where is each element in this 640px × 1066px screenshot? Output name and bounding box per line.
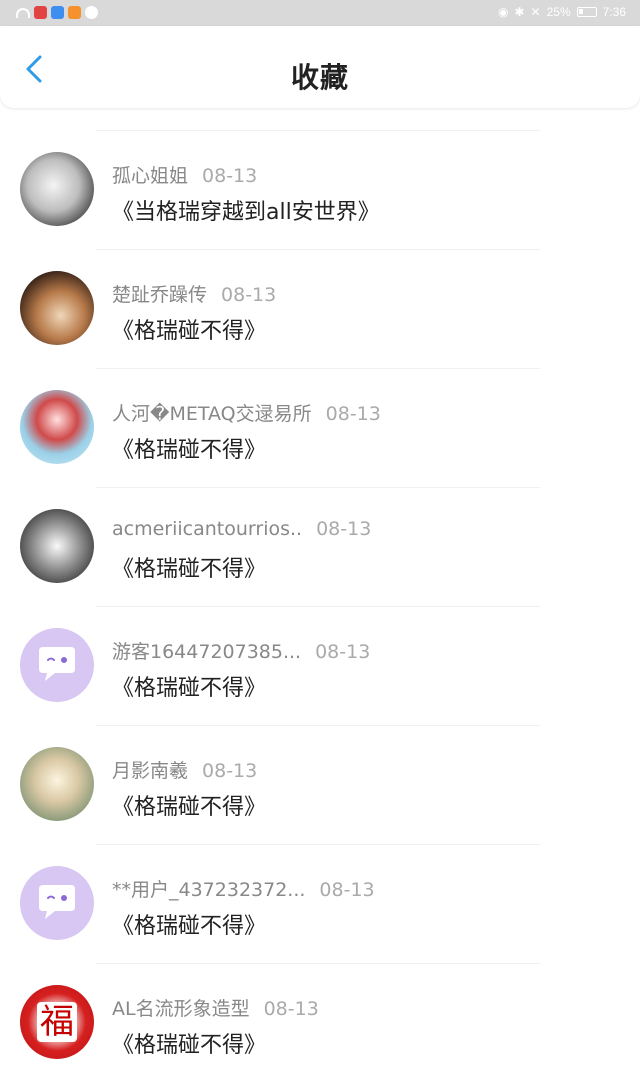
item-meta: acmeriicantourrios.. 08-13 bbox=[112, 518, 371, 540]
book-title[interactable]: 《格瑞碰不得》 bbox=[112, 670, 266, 702]
book-title[interactable]: 《格瑞碰不得》 bbox=[112, 789, 266, 821]
item-meta: 孤心姐姐 08-13 bbox=[112, 161, 257, 188]
wifi-icon bbox=[16, 7, 30, 18]
battery-icon bbox=[576, 7, 597, 17]
default-chat-avatar[interactable] bbox=[20, 866, 94, 940]
default-chat-avatar[interactable] bbox=[20, 628, 94, 702]
user-name[interactable]: 楚趾乔躁传 bbox=[112, 284, 207, 306]
header: 收藏 bbox=[0, 26, 640, 108]
bw-portrait-avatar[interactable] bbox=[20, 509, 94, 583]
row-divider bbox=[96, 487, 540, 488]
row-divider bbox=[96, 844, 540, 845]
video-app-icon bbox=[68, 6, 81, 19]
anime-girl-avatar[interactable] bbox=[20, 152, 94, 226]
row-divider bbox=[96, 725, 540, 726]
mute-icon: ✕ bbox=[530, 5, 541, 19]
item-date: 08-13 bbox=[315, 641, 371, 663]
fu-character: 福 bbox=[37, 1002, 77, 1042]
user-name[interactable]: AL名流形象造型 bbox=[112, 998, 250, 1020]
user-name[interactable]: 游客16447207385... bbox=[112, 641, 301, 663]
chat-bubble-icon bbox=[39, 647, 75, 681]
book-title[interactable]: 《格瑞碰不得》 bbox=[112, 551, 266, 583]
book-title[interactable]: 《格瑞碰不得》 bbox=[112, 313, 266, 345]
item-meta: 月影南羲 08-13 bbox=[112, 756, 257, 783]
status-bar-left bbox=[16, 6, 98, 19]
book-title[interactable]: 《格瑞碰不得》 bbox=[112, 1027, 266, 1059]
row-divider bbox=[96, 130, 540, 131]
painted-figure-avatar[interactable] bbox=[20, 747, 94, 821]
item-date: 08-13 bbox=[316, 518, 372, 540]
row-divider bbox=[96, 606, 540, 607]
chat-app-icon bbox=[85, 6, 98, 19]
row-divider bbox=[96, 963, 540, 964]
row-divider bbox=[96, 249, 540, 250]
fu-character-avatar[interactable]: 福 bbox=[20, 985, 94, 1059]
user-name[interactable]: 人河�METAQ交逯易所 bbox=[112, 403, 312, 425]
list-item[interactable]: 月影南羲 08-13 《格瑞碰不得》 bbox=[0, 725, 640, 844]
list-item[interactable]: 孤心姐姐 08-13 《当格瑞穿越到all安世界》 bbox=[0, 130, 640, 249]
book-title[interactable]: 《格瑞碰不得》 bbox=[112, 432, 266, 464]
user-name[interactable]: **用户_437232372... bbox=[112, 879, 305, 901]
status-bar-right: ◉ ✱ ✕ 25% 7:36 bbox=[498, 5, 626, 19]
item-meta: 游客16447207385... 08-13 bbox=[112, 637, 370, 664]
item-date: 08-13 bbox=[319, 879, 375, 901]
clock: 7:36 bbox=[602, 5, 626, 19]
item-meta: 人河�METAQ交逯易所 08-13 bbox=[112, 399, 381, 426]
bluetooth-icon: ✱ bbox=[514, 5, 525, 19]
list-item[interactable]: 游客16447207385... 08-13 《格瑞碰不得》 bbox=[0, 606, 640, 725]
item-meta: **用户_437232372... 08-13 bbox=[112, 875, 375, 902]
chat-bubble-icon bbox=[39, 885, 75, 919]
item-meta: 楚趾乔躁传 08-13 bbox=[112, 280, 276, 307]
user-name[interactable]: 月影南羲 bbox=[112, 760, 188, 782]
favorites-list: 孤心姐姐 08-13 《当格瑞穿越到all安世界》楚趾乔躁传 08-13 《格瑞碰不得》… bbox=[0, 130, 640, 1066]
user-name[interactable]: 孤心姐姐 bbox=[112, 165, 188, 187]
item-date: 08-13 bbox=[221, 284, 277, 306]
woman-portrait-avatar[interactable] bbox=[20, 271, 94, 345]
item-date: 08-13 bbox=[202, 760, 258, 782]
item-date: 08-13 bbox=[202, 165, 258, 187]
list-item[interactable]: acmeriicantourrios.. 08-13 《格瑞碰不得》 bbox=[0, 487, 640, 606]
app-notification-icon bbox=[34, 6, 47, 19]
battery-percent: 25% bbox=[546, 5, 571, 19]
status-bar: ◉ ✱ ✕ 25% 7:36 bbox=[0, 0, 640, 26]
book-title[interactable]: 《格瑞碰不得》 bbox=[112, 908, 266, 940]
item-date: 08-13 bbox=[263, 998, 319, 1020]
search-app-icon bbox=[51, 6, 64, 19]
item-meta: AL名流形象造型 08-13 bbox=[112, 994, 319, 1021]
row-divider bbox=[96, 368, 540, 369]
user-name[interactable]: acmeriicantourrios.. bbox=[112, 518, 302, 540]
list-item[interactable]: **用户_437232372... 08-13 《格瑞碰不得》 bbox=[0, 844, 640, 963]
list-item[interactable]: 福 AL名流形象造型 08-13 《格瑞碰不得》 bbox=[0, 963, 640, 1066]
book-title[interactable]: 《当格瑞穿越到all安世界》 bbox=[112, 194, 380, 226]
cartoon-girl-avatar[interactable] bbox=[20, 390, 94, 464]
eye-icon: ◉ bbox=[498, 5, 509, 19]
page-title: 收藏 bbox=[290, 61, 349, 94]
list-item[interactable]: 楚趾乔躁传 08-13 《格瑞碰不得》 bbox=[0, 249, 640, 368]
list-item[interactable]: 人河�METAQ交逯易所 08-13 《格瑞碰不得》 bbox=[0, 368, 640, 487]
item-date: 08-13 bbox=[325, 403, 381, 425]
